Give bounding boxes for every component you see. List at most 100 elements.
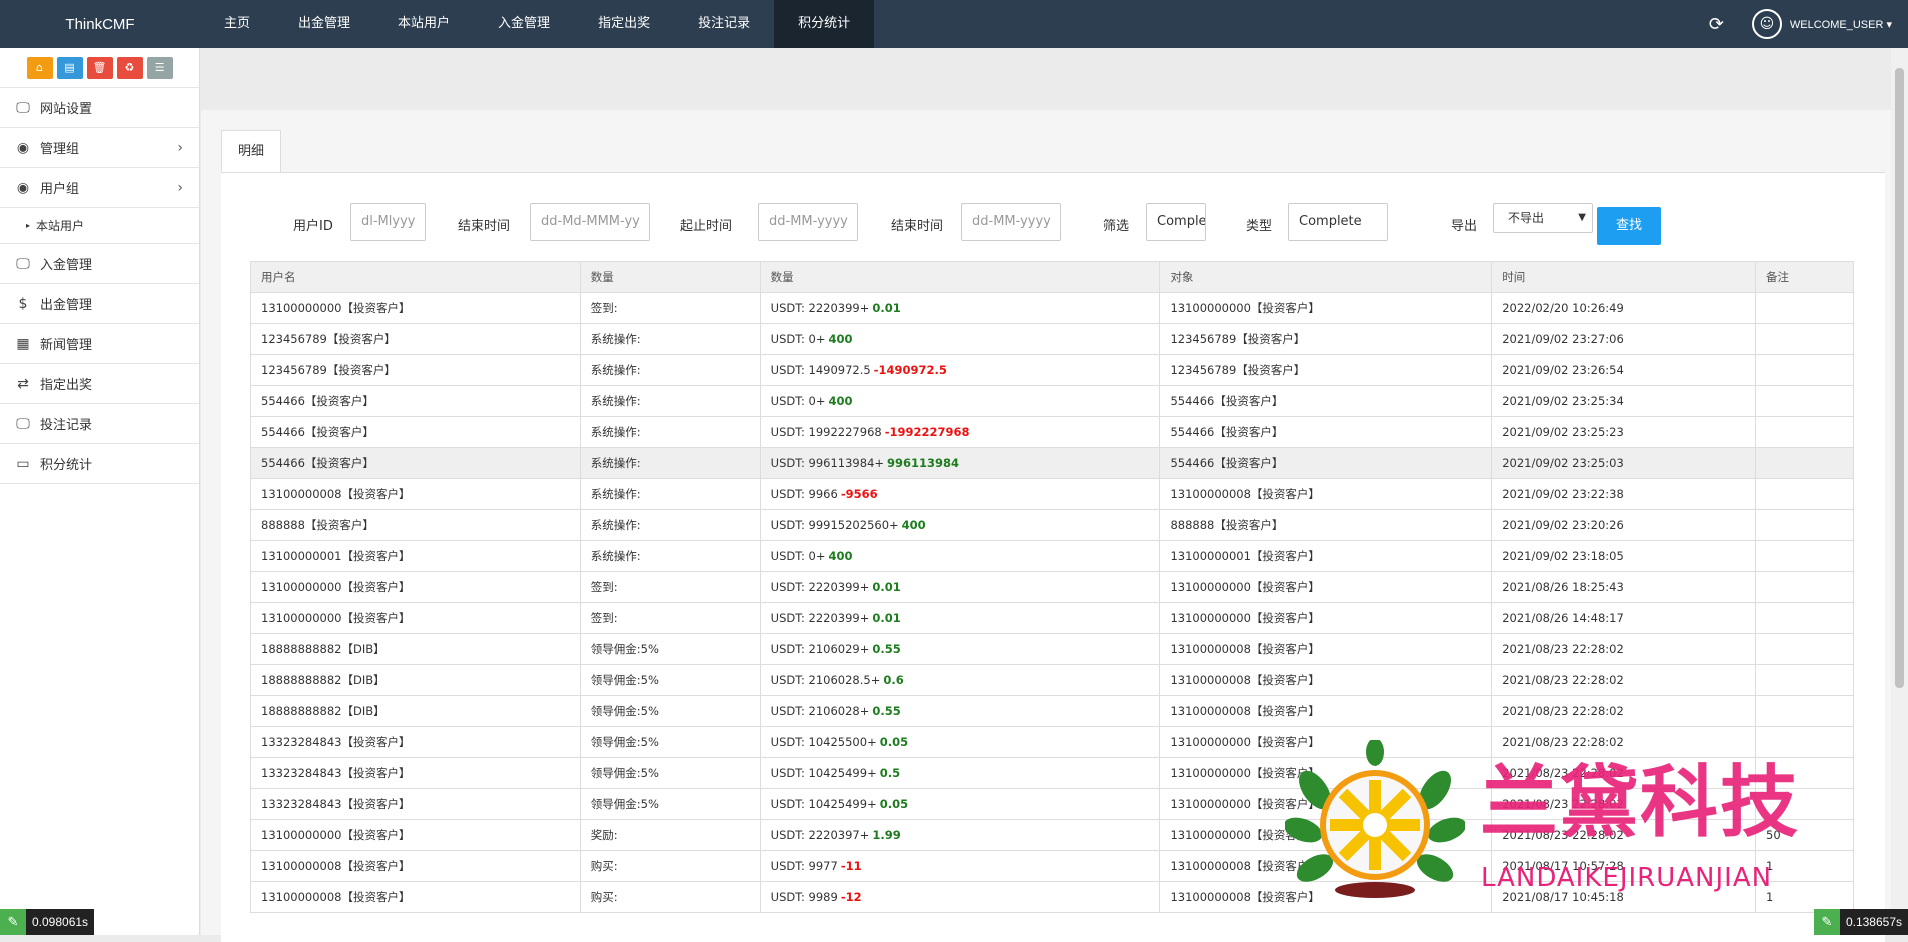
table-row[interactable]: 554466【投资客户】系统操作:USDT: 0+400554466【投资客户】…	[251, 386, 1854, 417]
sidebar-item[interactable]: $出金管理	[0, 284, 199, 324]
amount-delta: 0.01	[872, 611, 900, 625]
nav-item[interactable]: 主页	[200, 0, 274, 48]
cell-amount: USDT: 0+400	[760, 541, 1160, 572]
end-time-input[interactable]: dd-Md-MMM-yy	[530, 203, 650, 241]
cell-amount: USDT: 2220399+0.01	[760, 572, 1160, 603]
table-row[interactable]: 123456789【投资客户】系统操作:USDT: 0+400123456789…	[251, 324, 1854, 355]
table-row[interactable]: 18888888882【DIB】领导佣金:5%USDT: 2106028+0.5…	[251, 696, 1854, 727]
type-input[interactable]: Complete	[1288, 203, 1388, 241]
cell-username: 123456789【投资客户】	[251, 324, 581, 355]
cell-operation: 系统操作:	[580, 386, 760, 417]
sidebar-subitem[interactable]: ▸本站用户	[0, 208, 199, 244]
cell-time: 2021/09/02 23:25:23	[1492, 417, 1756, 448]
table-row[interactable]: 13100000000【投资客户】签到:USDT: 2220399+0.0113…	[251, 603, 1854, 634]
amount-base: USDT: 1992227968	[771, 425, 882, 439]
monitor-icon: 🖵	[12, 100, 34, 116]
chevron-right-icon: ›	[177, 140, 183, 156]
table-row[interactable]: 554466【投资客户】系统操作:USDT: 1992227968-199222…	[251, 417, 1854, 448]
cell-amount: USDT: 1490972.5-1490972.5	[760, 355, 1160, 386]
amount-base: USDT: 0+	[771, 394, 826, 408]
home-icon[interactable]: ⌂	[27, 57, 53, 79]
sidebar-item[interactable]: ▭积分统计	[0, 444, 199, 484]
sidebar-item[interactable]: 🖵入金管理	[0, 244, 199, 284]
nav-item[interactable]: 积分统计	[774, 0, 874, 48]
column-header[interactable]: 数量	[580, 262, 760, 293]
nav-item[interactable]: 投注记录	[674, 0, 774, 48]
amount-delta: 400	[829, 332, 853, 346]
cell-time: 2021/08/26 18:25:43	[1492, 572, 1756, 603]
timer-left-value: 0.098061s	[26, 915, 94, 929]
sidebar-item[interactable]: 🖵网站设置	[0, 88, 199, 128]
column-header[interactable]: 数量	[760, 262, 1160, 293]
sidebar-item[interactable]: ▦新闻管理	[0, 324, 199, 364]
nav-item[interactable]: 入金管理	[474, 0, 574, 48]
cell-amount: USDT: 10425499+0.05	[760, 789, 1160, 820]
cell-note	[1756, 572, 1854, 603]
leaf-icon: ✎	[0, 909, 26, 935]
nav-item[interactable]: 本站用户	[374, 0, 474, 48]
start-time-input[interactable]: dd-MM-yyyy	[758, 203, 858, 241]
nav-item[interactable]: 指定出奖	[574, 0, 674, 48]
column-header[interactable]: 对象	[1160, 262, 1492, 293]
export-select[interactable]: 不导出 ▼	[1493, 203, 1593, 233]
table-row[interactable]: 13100000000【投资客户】签到:USDT: 2220399+0.0113…	[251, 572, 1854, 603]
sidebar: ⌂▤🗑♻☰ 🖵网站设置◉管理组›◉用户组›▸本站用户🖵入金管理$出金管理▦新闻管…	[0, 48, 200, 935]
cell-amount: USDT: 2106028+0.55	[760, 696, 1160, 727]
user-circle-icon: ◉	[12, 140, 34, 156]
list-icon[interactable]: ☰	[147, 57, 173, 79]
dollar-icon: $	[12, 296, 34, 312]
sidebar-item-label: 投注记录	[40, 414, 92, 433]
cell-amount: USDT: 99915202560+400	[760, 510, 1160, 541]
sidebar-item[interactable]: ◉管理组›	[0, 128, 199, 168]
sidebar-item[interactable]: ⇄指定出奖	[0, 364, 199, 404]
column-header[interactable]: 备注	[1756, 262, 1854, 293]
end-time2-input[interactable]: dd-MM-yyyy	[961, 203, 1061, 241]
table-row[interactable]: 888888【投资客户】系统操作:USDT: 99915202560+40088…	[251, 510, 1854, 541]
table-row[interactable]: 18888888882【DIB】领导佣金:5%USDT: 2106029+0.5…	[251, 634, 1854, 665]
tab-bar: 明细	[221, 130, 281, 172]
cell-note	[1756, 696, 1854, 727]
recycle-icon[interactable]: ♻	[117, 57, 143, 79]
cell-amount: USDT: 10425500+0.05	[760, 727, 1160, 758]
amount-delta: 0.01	[872, 301, 900, 315]
column-header[interactable]: 时间	[1492, 262, 1756, 293]
amount-base: USDT: 10425499+	[771, 766, 877, 780]
sidebar-item[interactable]: 🖵投注记录	[0, 404, 199, 444]
sidebar-item[interactable]: ◉用户组›	[0, 168, 199, 208]
amount-delta: -11	[841, 859, 862, 873]
cell-note	[1756, 417, 1854, 448]
filter-input[interactable]: Comple	[1146, 203, 1206, 241]
cell-note	[1756, 448, 1854, 479]
table-row[interactable]: 13100000000【投资客户】签到:USDT: 2220399+0.0113…	[251, 293, 1854, 324]
table-row[interactable]: 554466【投资客户】系统操作:USDT: 996113984+9961139…	[251, 448, 1854, 479]
cell-username: 13100000001【投资客户】	[251, 541, 581, 572]
nav-item[interactable]: 出金管理	[274, 0, 374, 48]
table-row[interactable]: 123456789【投资客户】系统操作:USDT: 1490972.5-1490…	[251, 355, 1854, 386]
amount-base: USDT: 2106029+	[771, 642, 870, 656]
table-row[interactable]: 13100000001【投资客户】系统操作:USDT: 0+4001310000…	[251, 541, 1854, 572]
start-time-label: 起止时间	[680, 215, 732, 234]
column-header[interactable]: 用户名	[251, 262, 581, 293]
user-id-input[interactable]: dl-Mlyyy	[350, 203, 426, 241]
user-avatar-icon[interactable]: ☺	[1752, 9, 1782, 39]
trash-icon[interactable]: 🗑	[87, 57, 113, 79]
vertical-scrollbar[interactable]	[1891, 48, 1908, 935]
cell-target: 13100000008【投资客户】	[1160, 665, 1492, 696]
scrollbar-thumb[interactable]	[1895, 68, 1904, 688]
search-button[interactable]: 查找	[1597, 207, 1661, 245]
sidebar-item-label: 入金管理	[40, 254, 92, 273]
cell-username: 13100000008【投资客户】	[251, 882, 581, 913]
cell-username: 13100000008【投资客户】	[251, 479, 581, 510]
amount-delta: 1.99	[872, 828, 900, 842]
file-icon[interactable]: ▤	[57, 57, 83, 79]
table-row[interactable]: 18888888882【DIB】领导佣金:5%USDT: 2106028.5+0…	[251, 665, 1854, 696]
brand-logo[interactable]: ThinkCMF	[0, 16, 200, 33]
tab-detail[interactable]: 明细	[221, 130, 281, 172]
refresh-icon[interactable]: ⟳	[1709, 14, 1724, 35]
cell-note	[1756, 479, 1854, 510]
sidebar-subitem-label: 本站用户	[36, 217, 84, 234]
table-row[interactable]: 13100000008【投资客户】系统操作:USDT: 9966-9566131…	[251, 479, 1854, 510]
cell-time: 2021/08/23 22:28:02	[1492, 696, 1756, 727]
welcome-user-menu[interactable]: WELCOME_USER ▾	[1790, 18, 1892, 31]
watermark: 兰黛科技 LANDAIKEJIRUANJIAN	[1285, 740, 1885, 900]
